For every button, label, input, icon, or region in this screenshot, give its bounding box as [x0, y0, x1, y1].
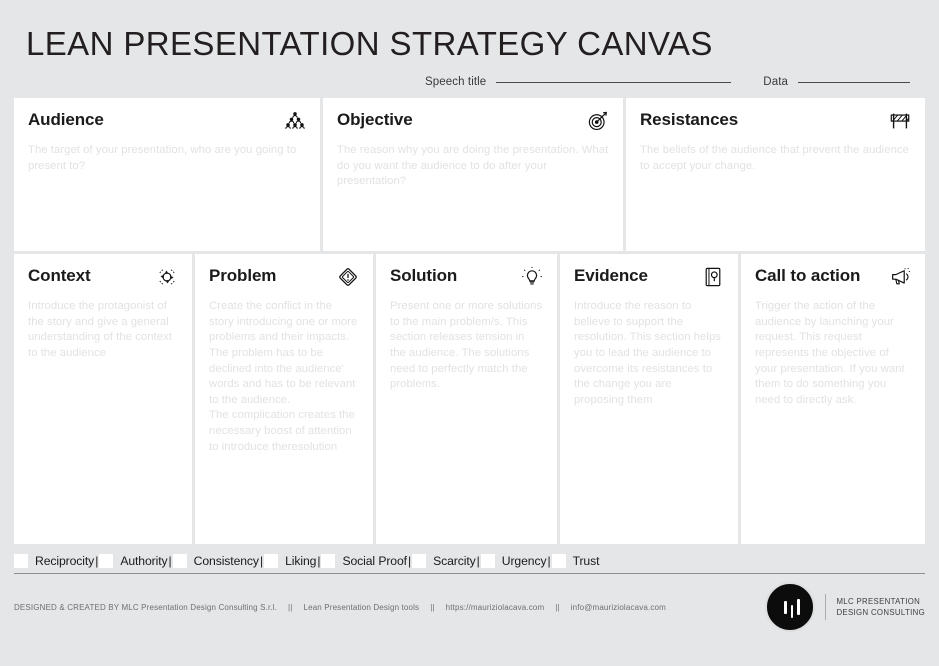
card-placeholder-problem[interactable]: Create the conflict in the story introdu… — [209, 299, 359, 455]
card-evidence[interactable]: Evidence Introduce the reason to believe… — [560, 254, 738, 545]
principle-liking[interactable]: Liking — [264, 553, 317, 568]
principle-label: Scarcity — [433, 553, 476, 568]
principle-scarcity[interactable]: Scarcity — [412, 553, 476, 568]
crowd-icon — [284, 110, 306, 132]
card-title-evidence: Evidence — [574, 266, 648, 286]
card-call-to-action[interactable]: Call to action Trigger the action of the… — [741, 254, 925, 545]
barricade-icon — [889, 110, 911, 132]
card-placeholder-context[interactable]: Introduce the protagonist of the story a… — [28, 299, 178, 361]
principle-label: Reciprocity — [35, 553, 95, 568]
card-audience[interactable]: Audience The target of your presentation… — [14, 98, 320, 252]
header: LEAN PRESENTATION STRATEGY CANVAS Speech… — [0, 0, 939, 88]
speech-title-label: Speech title — [425, 76, 487, 89]
card-header: Context — [28, 267, 178, 288]
brand-logo: MLC PRESENTATION DESIGN CONSULTING — [765, 582, 925, 633]
principle-trust[interactable]: Trust — [551, 553, 600, 568]
card-objective[interactable]: Objective The reason why you are doing t… — [323, 98, 623, 252]
principle-reciprocity[interactable]: Reciprocity — [14, 553, 95, 568]
card-title-resistances: Resistances — [640, 110, 739, 130]
credit-designed-by: DESIGNED & CREATED BY MLC Presentation D… — [14, 602, 278, 612]
card-placeholder-audience[interactable]: The target of your presentation, who are… — [28, 143, 306, 174]
principle-label: Liking — [285, 553, 317, 568]
checkbox-scarcity[interactable] — [412, 553, 427, 568]
checkbox-trust[interactable] — [551, 553, 566, 568]
principle-social-proof[interactable]: Social Proof — [321, 553, 407, 568]
principle-label: Trust — [572, 553, 600, 568]
card-header: Evidence — [574, 267, 724, 288]
persuasion-principles-row: Reciprocity | Authority | Consistency | … — [14, 551, 925, 575]
card-title-call-to-action: Call to action — [755, 266, 861, 286]
card-placeholder-solution[interactable]: Present one or more solutions to the mai… — [390, 299, 543, 392]
card-header: Call to action — [755, 267, 911, 288]
principle-consistency[interactable]: Consistency — [172, 553, 259, 568]
credit-email-link[interactable]: info@mauriziolacava.com — [571, 603, 666, 612]
separator: || — [430, 602, 435, 612]
warning-diamond-icon — [337, 266, 359, 288]
mlc-logo-icon — [765, 582, 816, 633]
checkbox-consistency[interactable] — [172, 553, 187, 568]
card-resistances[interactable]: Resistances The beliefs of the audience … — [626, 98, 925, 252]
brand-line-1: MLC PRESENTATION — [836, 596, 921, 606]
footer: DESIGNED & CREATED BY MLC Presentation D… — [14, 582, 925, 633]
card-header: Problem — [209, 267, 359, 288]
card-title-objective: Objective — [337, 110, 413, 130]
card-placeholder-call-to-action[interactable]: Trigger the action of the audience by la… — [755, 299, 911, 408]
card-title-solution: Solution — [390, 266, 458, 286]
principle-urgency[interactable]: Urgency — [480, 553, 547, 568]
canvas-row-bottom: Context Introduce the protagonist of the… — [14, 254, 925, 545]
card-header: Solution — [390, 267, 543, 288]
checkbox-social-proof[interactable] — [321, 553, 336, 568]
card-header: Audience — [28, 111, 306, 132]
meta-row: Speech title Data — [26, 62, 939, 88]
card-solution[interactable]: Solution Present one or more solutions t… — [376, 254, 557, 545]
credit-tools: Lean Presentation Design tools — [303, 602, 420, 612]
card-placeholder-objective[interactable]: The reason why you are doing the present… — [337, 143, 609, 190]
card-problem[interactable]: Problem Create the conflict in the story… — [195, 254, 373, 545]
data-label: Data — [763, 76, 788, 89]
canvas-root: LEAN PRESENTATION STRATEGY CANVAS Speech… — [0, 0, 939, 666]
compass-rotation-icon — [156, 266, 178, 288]
canvas-grid: Audience The target of your presentation… — [0, 88, 939, 545]
principle-label: Social Proof — [342, 553, 407, 568]
document-search-icon — [702, 266, 724, 288]
principle-label: Urgency — [501, 553, 547, 568]
divider — [825, 594, 827, 621]
data-input-line[interactable] — [798, 81, 910, 83]
separator: || — [288, 602, 293, 612]
speech-title-input-line[interactable] — [496, 81, 732, 83]
card-title-context: Context — [28, 266, 91, 286]
checkbox-liking[interactable] — [264, 553, 279, 568]
separator: || — [555, 602, 560, 612]
checkbox-reciprocity[interactable] — [14, 553, 28, 568]
card-context[interactable]: Context Introduce the protagonist of the… — [14, 254, 192, 545]
card-placeholder-evidence[interactable]: Introduce the reason to believe to suppo… — [574, 299, 724, 408]
brand-line-2: DESIGN CONSULTING — [836, 608, 925, 618]
card-title-audience: Audience — [28, 110, 104, 130]
principle-label: Authority — [120, 553, 168, 568]
credit-website-link[interactable]: https://mauriziolacava.com — [446, 603, 545, 612]
card-placeholder-resistances[interactable]: The beliefs of the audience that prevent… — [640, 143, 911, 174]
checkbox-urgency[interactable] — [480, 553, 495, 568]
footer-credits: DESIGNED & CREATED BY MLC Presentation D… — [14, 603, 666, 612]
megaphone-icon — [889, 266, 911, 288]
card-title-problem: Problem — [209, 266, 277, 286]
principle-authority[interactable]: Authority — [99, 553, 168, 568]
card-header: Objective — [337, 111, 609, 132]
lightbulb-icon — [521, 266, 543, 288]
canvas-row-top: Audience The target of your presentation… — [14, 98, 925, 252]
checkbox-authority[interactable] — [99, 553, 114, 568]
brand-name: MLC PRESENTATION DESIGN CONSULTING — [836, 596, 925, 619]
target-arrow-icon — [587, 110, 609, 132]
principle-label: Consistency — [193, 553, 259, 568]
card-header: Resistances — [640, 111, 911, 132]
page-title: LEAN PRESENTATION STRATEGY CANVAS — [26, 25, 713, 62]
